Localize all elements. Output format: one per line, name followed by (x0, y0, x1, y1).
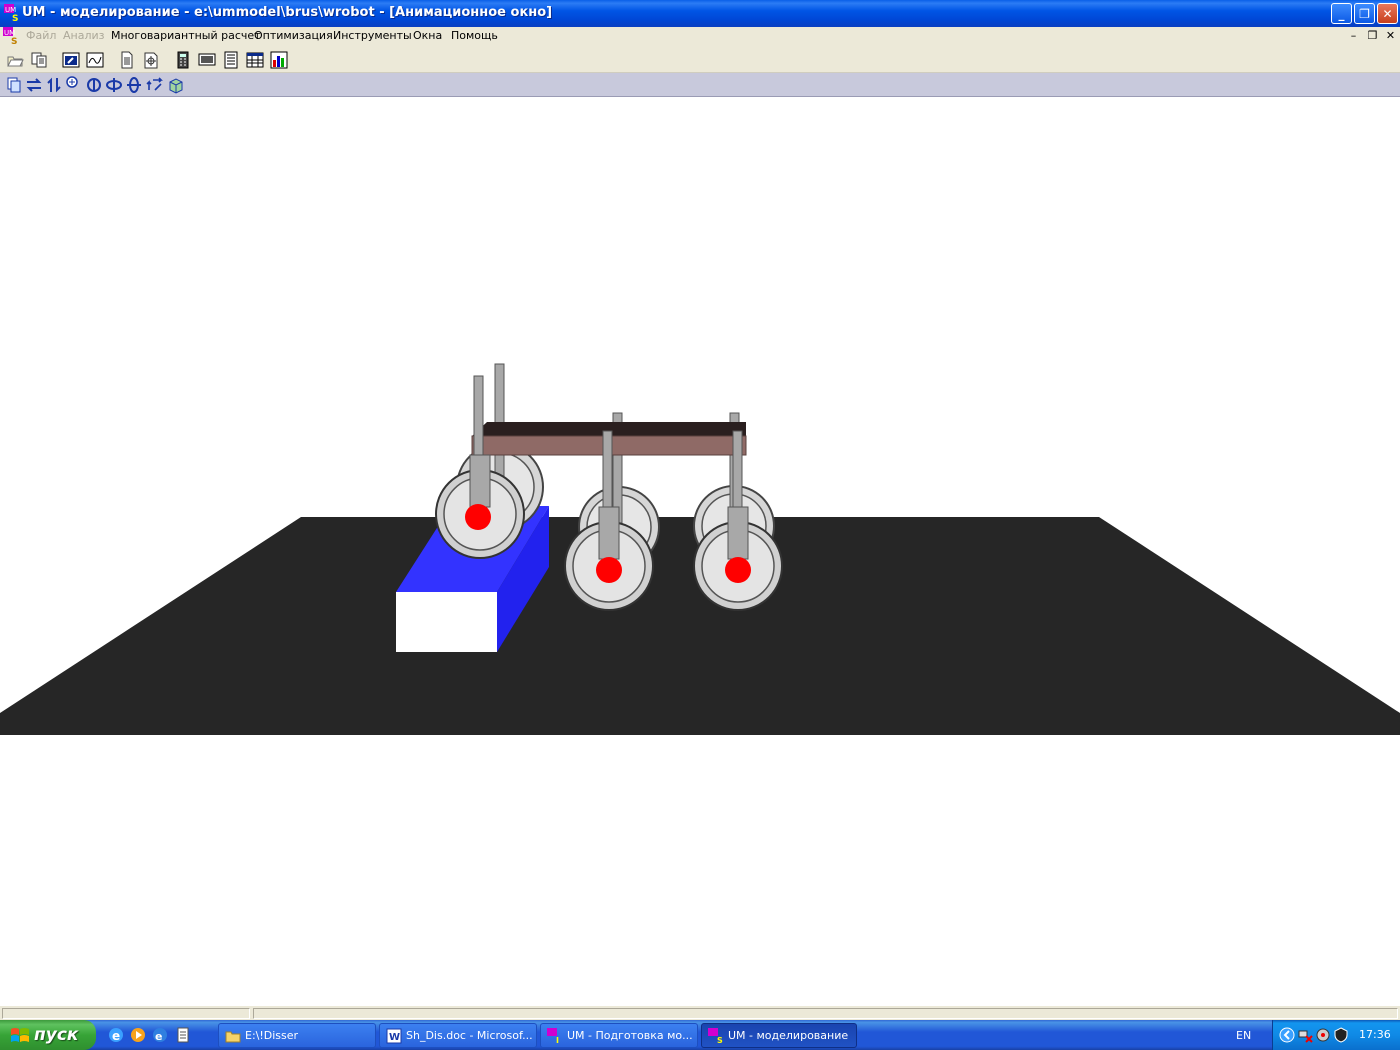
folder-icon (225, 1031, 241, 1043)
chevron-left-icon[interactable] (1279, 1027, 1295, 1043)
status-bar (0, 1005, 1400, 1020)
clock[interactable]: 17:36 (1359, 1028, 1391, 1041)
menu-tools[interactable]: Инструменты (333, 29, 412, 42)
histogram-icon[interactable] (270, 51, 288, 69)
close-button[interactable]: ✕ (1377, 3, 1398, 24)
taskbar: пуск e e E:\!Disser W Sh_Dis.doc - Micro… (0, 1020, 1400, 1050)
svg-text:UM: UM (4, 29, 15, 37)
menu-file[interactable]: Файл (26, 29, 56, 42)
table-icon[interactable] (222, 51, 240, 69)
um-icon: S (708, 1028, 723, 1044)
box-view-icon[interactable] (167, 76, 185, 94)
animation-window-icon[interactable] (62, 51, 80, 69)
task-label: Sh_Dis.doc - Microsof... (406, 1029, 532, 1042)
pan-horizontal-icon[interactable] (25, 76, 43, 94)
svg-text:S: S (717, 1036, 723, 1044)
start-label: пуск (34, 1025, 79, 1045)
svg-text:W: W (389, 1032, 400, 1043)
monitor-icon[interactable] (198, 51, 216, 69)
grid-icon[interactable] (246, 51, 264, 69)
restore-button[interactable]: ❐ (1354, 3, 1375, 24)
mdi-restore-button[interactable]: ❐ (1364, 28, 1381, 44)
window-title: UM - моделирование - e:\ummodel\brus\wro… (22, 5, 553, 20)
document-icon[interactable] (118, 51, 136, 69)
ie-icon[interactable]: e (107, 1026, 125, 1044)
copy-image-icon[interactable] (5, 76, 23, 94)
notepad-icon[interactable] (174, 1026, 192, 1044)
svg-text:S: S (12, 14, 18, 22)
open-icon[interactable] (6, 51, 24, 69)
copy-pages-icon[interactable] (30, 51, 48, 69)
security-icon[interactable] (1333, 1027, 1349, 1043)
menu-help[interactable]: Помощь (451, 29, 498, 42)
status-pane-1 (2, 1008, 250, 1019)
antivirus-icon[interactable] (1315, 1027, 1331, 1043)
report-icon[interactable] (142, 51, 160, 69)
svg-text:e: e (155, 1030, 162, 1043)
main-toolbar (0, 47, 1400, 73)
calculator-icon[interactable] (174, 51, 192, 69)
task-um-preparation[interactable]: I UM - Подготовка мо... (540, 1023, 698, 1048)
view-toolbar (0, 73, 1400, 97)
outlook-icon[interactable]: e (151, 1026, 169, 1044)
mdi-close-button[interactable]: ✕ (1382, 28, 1399, 44)
pan-vertical-icon[interactable] (45, 76, 63, 94)
rotate-y-icon[interactable] (105, 76, 123, 94)
task-label: E:\!Disser (245, 1029, 299, 1042)
media-player-icon[interactable] (129, 1026, 147, 1044)
word-icon: W (386, 1028, 402, 1044)
minimize-button[interactable]: _ (1331, 3, 1352, 24)
svg-text:e: e (112, 1029, 120, 1043)
graph-window-icon[interactable] (86, 51, 104, 69)
menu-analysis[interactable]: Анализ (63, 29, 105, 42)
system-tray: 17:36 (1272, 1020, 1400, 1050)
rotate-z-icon[interactable] (125, 76, 143, 94)
svg-text:I: I (556, 1036, 559, 1044)
task-label: UM - моделирование (728, 1029, 849, 1042)
menu-multivariant[interactable]: Многовариантный расчет (111, 29, 261, 42)
zoom-icon[interactable] (63, 74, 81, 92)
animation-viewport[interactable] (0, 97, 1400, 1005)
task-um-modeling[interactable]: S UM - моделирование (701, 1023, 857, 1048)
title-bar: UM S UM - моделирование - e:\ummodel\bru… (0, 0, 1400, 27)
task-folder-disser[interactable]: E:\!Disser (218, 1023, 376, 1048)
scene-canvas (0, 363, 1400, 735)
task-label: UM - Подготовка мо... (567, 1029, 693, 1042)
rotate-free-icon[interactable] (145, 76, 163, 94)
um-app-icon[interactable]: UM S (4, 4, 20, 22)
menu-windows[interactable]: Окна (413, 29, 442, 42)
task-word-document[interactable]: W Sh_Dis.doc - Microsof... (379, 1023, 537, 1048)
menu-bar: UM S Файл Анализ Многовариантный расчет … (0, 27, 1400, 47)
start-button[interactable]: пуск (0, 1020, 96, 1050)
svg-text:UM: UM (5, 6, 16, 14)
um-icon: I (547, 1028, 559, 1044)
windows-logo-icon (11, 1028, 29, 1042)
language-indicator[interactable]: EN (1236, 1029, 1251, 1042)
status-pane-2 (253, 1008, 1398, 1019)
svg-text:S: S (11, 37, 17, 45)
mdi-minimize-button[interactable]: – (1345, 28, 1362, 44)
menu-optimization[interactable]: Оптимизация (254, 29, 333, 42)
rotate-x-icon[interactable] (85, 76, 103, 94)
mdi-child-icon[interactable]: UM S (3, 27, 19, 45)
network-icon[interactable] (1297, 1027, 1313, 1043)
